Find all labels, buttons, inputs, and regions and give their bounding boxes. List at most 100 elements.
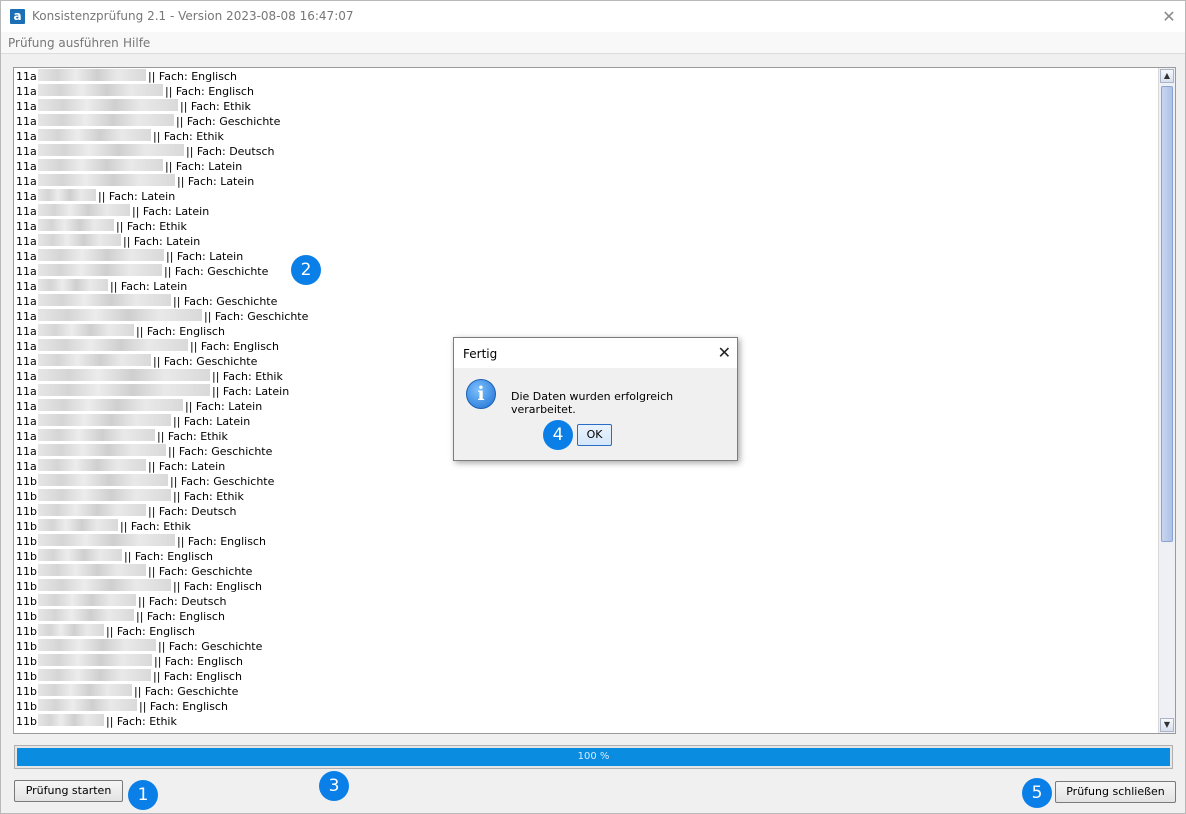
start-check-button[interactable]: Prüfung starten [14, 780, 123, 802]
dialog-title-bar: Fertig ✕ [454, 338, 737, 368]
log-line-subject: || Fach: Englisch [106, 625, 195, 638]
log-line-subject: || Fach: Geschichte [204, 310, 309, 323]
redacted-name [38, 219, 114, 231]
log-line-class: 11a [16, 295, 37, 308]
redacted-name [38, 639, 156, 651]
redacted-name [38, 564, 146, 576]
redacted-name [38, 204, 130, 216]
redacted-name [38, 459, 146, 471]
menu-pruefung-ausfuehren[interactable]: Prüfung ausführen [8, 36, 119, 50]
redacted-name [38, 294, 171, 306]
log-line-class: 11a [16, 70, 37, 83]
redacted-name [38, 159, 163, 171]
log-line-class: 11a [16, 175, 37, 188]
log-line-subject: || Fach: Ethik [180, 100, 251, 113]
progress-bar: 100 % [14, 745, 1173, 769]
log-line: 11a || Fach: Ethik [16, 99, 1158, 114]
redacted-name [38, 369, 210, 381]
log-line-class: 11b [16, 520, 37, 533]
done-dialog: Fertig ✕ i Die Daten wurden erfolgreich … [453, 337, 738, 461]
redacted-name [38, 504, 146, 516]
dialog-ok-button[interactable]: OK [577, 424, 612, 446]
redacted-name [38, 384, 210, 396]
log-line-class: 11b [16, 565, 37, 578]
log-line: 11a || Fach: Latein [16, 234, 1158, 249]
redacted-name [38, 69, 146, 81]
progress-label: 100 % [577, 751, 610, 762]
log-line-class: 11a [16, 145, 37, 158]
log-line-subject: || Fach: Englisch [190, 340, 279, 353]
scroll-thumb[interactable] [1161, 86, 1173, 542]
log-line-class: 11b [16, 490, 37, 503]
log-line: 11a || Fach: Latein [16, 459, 1158, 474]
dialog-title: Fertig [463, 347, 498, 361]
redacted-name [38, 234, 121, 246]
log-line: 11b || Fach: Englisch [16, 669, 1158, 684]
log-line-class: 11a [16, 265, 37, 278]
log-line-subject: || Fach: Englisch [165, 85, 254, 98]
redacted-name [38, 654, 152, 666]
log-line: 11b || Fach: Geschichte [16, 564, 1158, 579]
log-line: 11a || Fach: Latein [16, 204, 1158, 219]
log-line-subject: || Fach: Ethik [157, 430, 228, 443]
log-line-subject: || Fach: Ethik [173, 490, 244, 503]
log-line-subject: || Fach: Englisch [177, 535, 266, 548]
title-bar: a Konsistenzprüfung 2.1 - Version 2023-0… [1, 1, 1185, 32]
log-line-subject: || Fach: Ethik [212, 370, 283, 383]
log-line-class: 11a [16, 415, 37, 428]
menu-hilfe[interactable]: Hilfe [123, 36, 150, 50]
window-close-icon[interactable]: ✕ [1153, 1, 1185, 32]
log-line-subject: || Fach: Latein [173, 415, 251, 428]
log-line-subject: || Fach: Englisch [173, 580, 262, 593]
log-line-subject: || Fach: Latein [212, 385, 290, 398]
log-line-subject: || Fach: Latein [132, 205, 210, 218]
close-check-button[interactable]: Prüfung schließen [1055, 781, 1176, 803]
log-line-class: 11b [16, 625, 37, 638]
log-line-class: 11a [16, 430, 37, 443]
redacted-name [38, 549, 122, 561]
log-line-subject: || Fach: Geschichte [173, 295, 278, 308]
log-line-class: 11a [16, 355, 37, 368]
redacted-name [38, 339, 188, 351]
scroll-down-icon[interactable]: ▼ [1160, 718, 1174, 732]
dialog-close-icon[interactable]: ✕ [718, 343, 731, 362]
redacted-name [38, 279, 108, 291]
redacted-name [38, 249, 164, 261]
redacted-name [38, 309, 202, 321]
log-line-subject: || Fach: Deutsch [148, 505, 237, 518]
log-line-class: 11a [16, 235, 37, 248]
redacted-name [38, 99, 178, 111]
log-line-subject: || Fach: Englisch [124, 550, 213, 563]
info-icon: i [466, 379, 496, 409]
log-line: 11b || Fach: Englisch [16, 699, 1158, 714]
log-line: 11b || Fach: Geschichte [16, 474, 1158, 489]
redacted-name [38, 519, 118, 531]
log-line: 11a || Fach: Geschichte [16, 309, 1158, 324]
redacted-name [38, 714, 104, 726]
log-line-class: 11b [16, 655, 37, 668]
log-line-subject: || Fach: Latein [110, 280, 188, 293]
log-line-subject: || Fach: Englisch [154, 655, 243, 668]
log-line: 11b || Fach: Geschichte [16, 684, 1158, 699]
redacted-name [38, 489, 171, 501]
redacted-name [38, 684, 132, 696]
log-line: 11a || Fach: Latein [16, 174, 1158, 189]
log-line-subject: || Fach: Latein [148, 460, 226, 473]
redacted-name [38, 624, 104, 636]
log-line-subject: || Fach: Latein [123, 235, 201, 248]
log-line-class: 11a [16, 250, 37, 263]
vertical-scrollbar[interactable]: ▲ ▼ [1158, 68, 1175, 733]
log-line: 11a || Fach: Geschichte [16, 294, 1158, 309]
log-line-class: 11a [16, 280, 37, 293]
log-line-subject: || Fach: Geschichte [170, 475, 275, 488]
log-line-class: 11a [16, 340, 37, 353]
redacted-name [38, 414, 171, 426]
log-line: 11a || Fach: Latein [16, 159, 1158, 174]
log-line-subject: || Fach: Englisch [148, 70, 237, 83]
redacted-name [38, 264, 162, 276]
redacted-name [38, 129, 151, 141]
log-line-class: 11b [16, 670, 37, 683]
redacted-name [38, 534, 175, 546]
scroll-up-icon[interactable]: ▲ [1160, 69, 1174, 83]
log-line-class: 11a [16, 445, 37, 458]
